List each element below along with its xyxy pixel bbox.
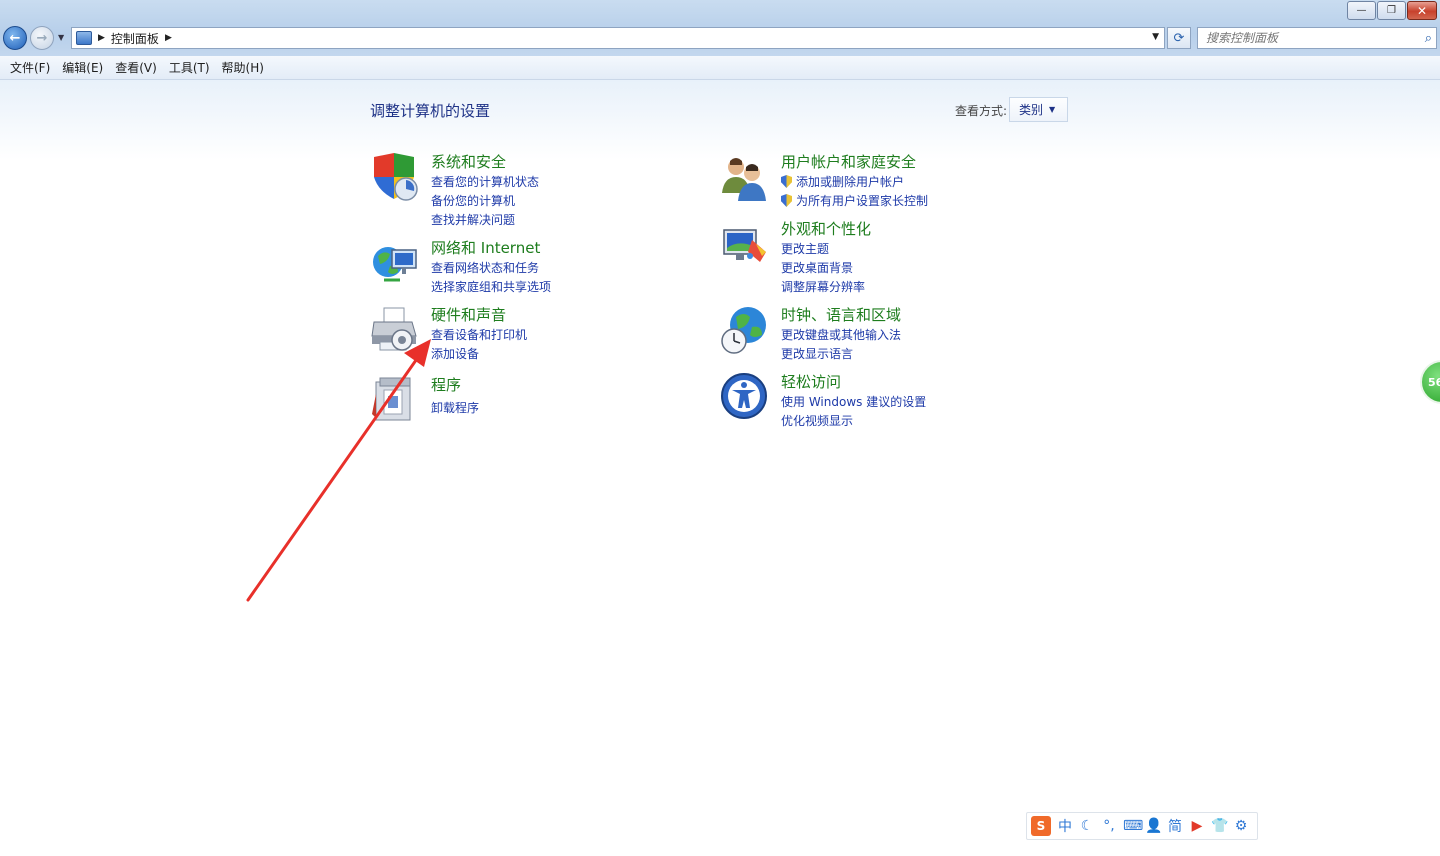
- moon-icon[interactable]: ☾: [1079, 818, 1095, 834]
- ease-of-access-icon[interactable]: [720, 372, 770, 422]
- menu-edit[interactable]: 编辑(E): [56, 59, 109, 76]
- category-user-accounts[interactable]: 用户帐户和家庭安全: [781, 151, 916, 172]
- link-change-theme[interactable]: 更改主题: [781, 240, 829, 257]
- link-add-remove-accounts-label: 添加或删除用户帐户: [796, 175, 905, 189]
- category-programs[interactable]: 程序: [431, 374, 461, 395]
- printer-icon[interactable]: [370, 306, 420, 356]
- user-icon[interactable]: 👤: [1145, 818, 1162, 834]
- menu-tools[interactable]: 工具(T): [163, 59, 216, 76]
- link-view-computer-status[interactable]: 查看您的计算机状态: [431, 173, 539, 190]
- ime-simplified-toggle[interactable]: 简: [1167, 816, 1183, 836]
- link-change-desktop-background[interactable]: 更改桌面背景: [781, 259, 853, 276]
- users-icon[interactable]: [720, 153, 770, 203]
- keyboard-icon[interactable]: ⌨: [1123, 818, 1143, 834]
- close-button[interactable]: ✕: [1407, 1, 1437, 20]
- chevron-right-icon[interactable]: ▶: [98, 33, 105, 43]
- category-appearance[interactable]: 外观和个性化: [781, 218, 871, 239]
- restore-button[interactable]: ❐: [1377, 1, 1406, 20]
- gear-icon[interactable]: ⚙: [1233, 818, 1249, 834]
- ime-mode-toggle[interactable]: 中: [1057, 816, 1073, 836]
- search-box[interactable]: ⌕: [1197, 27, 1437, 49]
- link-backup-computer[interactable]: 备份您的计算机: [431, 192, 515, 209]
- content-header-background: [0, 80, 1440, 160]
- uac-shield-icon: [781, 175, 792, 188]
- link-adjust-resolution[interactable]: 调整屏幕分辨率: [781, 278, 865, 295]
- link-view-devices-printers[interactable]: 查看设备和打印机: [431, 326, 527, 343]
- video-icon[interactable]: ▶: [1189, 818, 1205, 834]
- link-uninstall-program[interactable]: 卸载程序: [431, 399, 479, 416]
- floating-widget[interactable]: 56: [1420, 360, 1440, 404]
- ime-logo[interactable]: S: [1031, 816, 1051, 836]
- programs-icon[interactable]: [370, 374, 420, 424]
- link-change-keyboard-input[interactable]: 更改键盘或其他输入法: [781, 326, 901, 343]
- menu-bar: 文件(F) 编辑(E) 查看(V) 工具(T) 帮助(H): [0, 56, 1440, 80]
- control-panel-icon: [76, 31, 92, 45]
- link-windows-recommended-settings[interactable]: 使用 Windows 建议的设置: [781, 393, 926, 410]
- menu-view[interactable]: 查看(V): [109, 59, 163, 76]
- ime-toolbar: S 中 ☾ °, ⌨ 👤 简 ▶ 👕 ⚙: [1026, 812, 1258, 840]
- view-by-value: 类别: [1019, 103, 1044, 117]
- arrow-right-icon: →: [36, 30, 48, 46]
- punctuation-icon[interactable]: °,: [1101, 818, 1117, 834]
- address-bar[interactable]: ▶ 控制面板 ▶ ▼: [71, 27, 1165, 49]
- category-clock-language-region[interactable]: 时钟、语言和区域: [781, 304, 901, 325]
- link-optimize-video-display[interactable]: 优化视频显示: [781, 412, 853, 429]
- uac-shield-icon: [781, 194, 792, 207]
- title-bar: — ❐ ✕ ← → ▼ ▶ 控制面板 ▶ ▼ ⟳ ⌕: [0, 0, 1440, 56]
- menu-file[interactable]: 文件(F): [4, 59, 56, 76]
- skin-icon[interactable]: 👕: [1211, 818, 1228, 834]
- network-icon[interactable]: [370, 240, 420, 290]
- clock-globe-icon[interactable]: [720, 305, 770, 355]
- link-add-remove-accounts[interactable]: 添加或删除用户帐户: [781, 173, 904, 190]
- category-hardware-sound[interactable]: 硬件和声音: [431, 304, 506, 325]
- shield-icon[interactable]: [370, 153, 420, 203]
- category-ease-of-access[interactable]: 轻松访问: [781, 371, 841, 392]
- category-network-internet[interactable]: 网络和 Internet: [431, 237, 540, 258]
- chevron-right-icon[interactable]: ▶: [165, 33, 172, 43]
- link-add-device[interactable]: 添加设备: [431, 345, 479, 362]
- view-by-label: 查看方式:: [955, 104, 1008, 118]
- refresh-button[interactable]: ⟳: [1167, 27, 1191, 49]
- link-view-network-status[interactable]: 查看网络状态和任务: [431, 259, 539, 276]
- arrow-left-icon: ←: [9, 30, 21, 46]
- breadcrumb-control-panel[interactable]: 控制面板: [111, 30, 159, 47]
- refresh-icon: ⟳: [1173, 30, 1185, 46]
- address-dropdown-icon[interactable]: ▼: [1152, 32, 1159, 42]
- recent-pages-dropdown[interactable]: ▼: [58, 33, 64, 42]
- back-button[interactable]: ←: [3, 26, 27, 50]
- link-change-display-language[interactable]: 更改显示语言: [781, 345, 853, 362]
- search-icon[interactable]: ⌕: [1425, 31, 1432, 46]
- minimize-button[interactable]: —: [1347, 1, 1376, 20]
- menu-help[interactable]: 帮助(H): [216, 59, 270, 76]
- chevron-down-icon: ▼: [1049, 105, 1056, 114]
- search-input[interactable]: [1206, 31, 1406, 45]
- link-parental-controls[interactable]: 为所有用户设置家长控制: [781, 192, 928, 209]
- link-find-fix-problems[interactable]: 查找并解决问题: [431, 211, 515, 228]
- view-by-select[interactable]: 类别 ▼: [1009, 97, 1068, 122]
- window-controls: — ❐ ✕: [1347, 1, 1437, 20]
- link-homegroup-sharing[interactable]: 选择家庭组和共享选项: [431, 278, 551, 295]
- page-title: 调整计算机的设置: [370, 102, 491, 120]
- appearance-icon[interactable]: [720, 222, 770, 272]
- forward-button[interactable]: →: [30, 26, 54, 50]
- category-system-security[interactable]: 系统和安全: [431, 151, 506, 172]
- link-parental-controls-label: 为所有用户设置家长控制: [796, 194, 929, 208]
